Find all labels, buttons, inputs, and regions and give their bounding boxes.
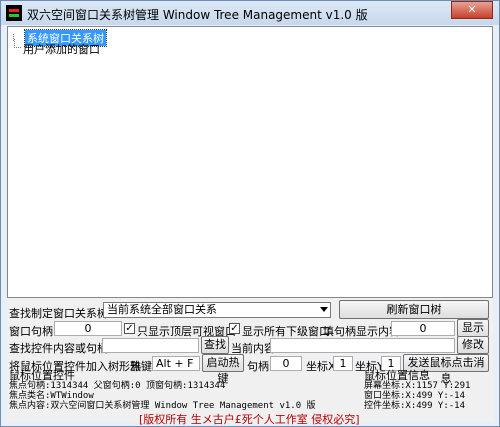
app-icon: [6, 5, 22, 21]
handle-label: 窗口句柄: [9, 325, 53, 338]
close-button[interactable]: ✕: [451, 1, 493, 19]
show-all-checkbox[interactable]: ✓: [229, 323, 240, 334]
window-coord-line: 窗口坐标:X:499 Y:-14: [364, 391, 466, 401]
control-coord-line: 控件坐标:X:499 Y:-14: [364, 401, 466, 411]
chevron-down-icon: [320, 307, 328, 312]
focus-class-line: 焦点类名:WTWindow: [9, 391, 94, 401]
fill-handle-label: 填句柄显示内容: [323, 325, 400, 338]
find-control-label: 查找控件内容或句柄: [9, 342, 108, 355]
find-tree-label: 查找制定窗口关系树: [9, 307, 108, 320]
title-bar[interactable]: 双六空间窗口关系树管理 Window Tree Management v1.0 …: [1, 1, 499, 25]
tree-scope-value: 当前系统全部窗口关系: [107, 303, 217, 316]
tree-scope-select[interactable]: 当前系统全部窗口关系: [103, 302, 331, 318]
only-top-checkbox[interactable]: ✓: [124, 323, 135, 334]
mouse-handle-input[interactable]: 0: [270, 356, 302, 371]
hotkey-input[interactable]: Alt + F: [152, 356, 200, 371]
modify-button[interactable]: 修改: [457, 336, 489, 354]
focus-content-line: 焦点内容:双六空间窗口关系树管理 Window Tree Management …: [9, 401, 316, 411]
mouse-control-group-title: 鼠标位置控件: [9, 369, 75, 382]
start-hotkey-button[interactable]: 启动热键: [202, 354, 244, 385]
caption-buttons: ✕: [451, 1, 493, 19]
focus-handles-line: 焦点句柄:1314344 父窗句柄:0 顶窗句柄:1314344: [9, 381, 226, 391]
handle-input[interactable]: 0: [54, 321, 122, 336]
tree-line: [14, 39, 21, 48]
app-window: 双六空间窗口关系树管理 Window Tree Management v1.0 …: [0, 0, 500, 427]
copyright-text: [版权所有 生メ古户£死个人工作室 侵权必究]: [139, 413, 360, 426]
refresh-tree-button[interactable]: 刷新窗口树: [339, 300, 489, 319]
coord-x-label: 坐标X: [306, 360, 336, 373]
current-content-input[interactable]: [270, 338, 455, 353]
hotkey-label: 热键: [130, 360, 152, 373]
screen-coord-line: 屏幕坐标:X:1157 Y:291: [364, 381, 471, 391]
find-control-input[interactable]: [102, 338, 199, 353]
window-tree[interactable]: 系统窗口关系树 用户添加的窗口: [7, 26, 493, 298]
fill-handle-input[interactable]: 0: [391, 321, 455, 336]
mouse-info-group-title: 鼠标位置信息: [364, 369, 430, 382]
window-title: 双六空间窗口关系树管理 Window Tree Management v1.0 …: [27, 8, 368, 22]
coord-x-input[interactable]: 1: [333, 356, 353, 371]
mouse-handle-label: 句柄: [247, 360, 269, 373]
tree-child-label[interactable]: 用户添加的窗口: [23, 41, 100, 57]
show-button[interactable]: 显示: [457, 319, 489, 337]
find-button[interactable]: 查找: [201, 336, 229, 354]
client-area: 系统窗口关系树 用户添加的窗口 查找制定窗口关系树 当前系统全部窗口关系 刷新窗…: [7, 26, 493, 426]
show-all-label: 显示所有下级窗口: [242, 325, 330, 338]
